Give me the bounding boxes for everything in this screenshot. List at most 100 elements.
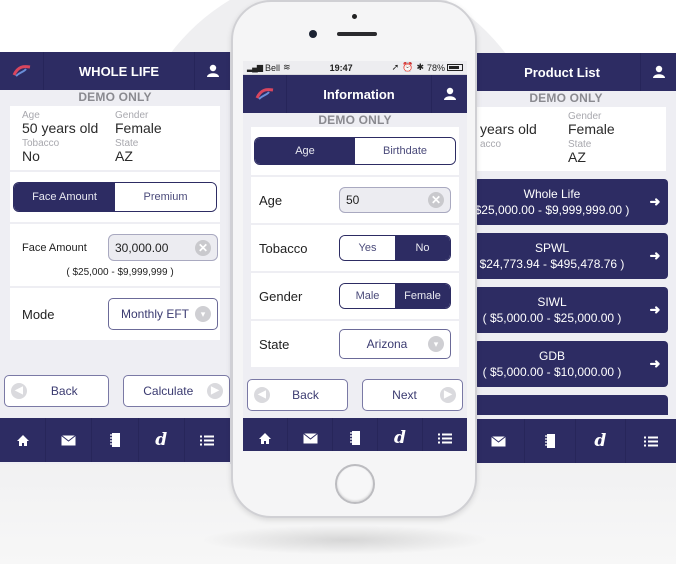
earpiece-speaker	[337, 32, 377, 36]
tab-d[interactable]: d	[139, 418, 185, 462]
bottom-tab-bar: d	[243, 418, 467, 451]
screen-title: WHOLE LIFE	[78, 63, 160, 79]
user-button[interactable]	[640, 53, 676, 91]
d-logo-icon: d	[394, 428, 406, 448]
tab-mail[interactable]	[474, 419, 525, 463]
calculate-button[interactable]: Calculate ▶	[122, 375, 230, 407]
screen-title: Information	[323, 86, 395, 102]
gender-value: Female	[115, 120, 162, 136]
product-name: SPWL	[534, 241, 569, 255]
age-mode-card: Age Birthdate	[251, 127, 459, 175]
back-arrow-icon: ◀	[254, 387, 270, 403]
home-button[interactable]	[335, 464, 375, 504]
age-value: 50 years old	[22, 120, 99, 136]
arrow-right-icon: ➜	[649, 194, 661, 209]
age-input[interactable]: 50 ✕	[339, 187, 451, 213]
state-value: AZ	[568, 149, 586, 165]
app-logo[interactable]	[0, 52, 44, 90]
segment-age[interactable]: Age	[255, 138, 355, 164]
face-amount-input[interactable]: 30,000.00 ✕	[108, 234, 218, 261]
chevron-down-icon: ▾	[195, 306, 211, 322]
top-bar: WHOLE LIFE	[0, 52, 230, 90]
state-value: AZ	[115, 148, 133, 164]
information-screen: ▂▄▆ Bell ≋ 19:47 ➚ ⏰ ✱ 78% Information D…	[243, 61, 467, 451]
calc-type-segment: Face Amount Premium	[13, 182, 217, 212]
tobacco-value: No	[22, 148, 40, 164]
clear-icon[interactable]: ✕	[195, 239, 211, 256]
product-name: Whole Life	[523, 187, 581, 201]
product-item-partial[interactable]	[474, 395, 668, 415]
client-summary: Age 50 years old Gender Female Tobacco No S…	[10, 106, 220, 170]
tobacco-no[interactable]: No	[395, 236, 450, 260]
segment-premium[interactable]: Premium	[115, 183, 216, 211]
clear-icon[interactable]: ✕	[428, 192, 444, 208]
logo-swoosh-icon	[12, 65, 30, 77]
tab-notebook[interactable]	[92, 418, 139, 462]
mode-label: Mode	[22, 306, 55, 322]
user-icon	[652, 65, 665, 78]
app-logo[interactable]	[243, 75, 287, 113]
tobacco-label: Tobacco	[259, 240, 308, 256]
tab-home[interactable]	[0, 418, 47, 462]
marketing-stage: WHOLE LIFE DEMO ONLY Age 50 years old Gen…	[0, 0, 676, 564]
tab-home[interactable]	[243, 418, 288, 451]
tab-d[interactable]: d	[576, 419, 627, 463]
bluetooth-icon: ✱	[416, 62, 424, 72]
state-card: State Arizona ▾	[251, 321, 459, 367]
product-item-siwl[interactable]: SIWL ( $5,000.00 - $25,000.00 ) ➜	[474, 287, 668, 333]
face-amount-label: Face Amount	[22, 241, 87, 254]
tab-mail[interactable]	[288, 418, 333, 451]
front-camera	[309, 30, 317, 38]
list-icon	[438, 433, 452, 443]
mode-select[interactable]: Monthly EFT ▾	[108, 298, 218, 330]
wifi-icon: ≋	[283, 62, 291, 72]
tobacco-toggle: Yes No	[339, 235, 451, 261]
tab-mail[interactable]	[46, 418, 93, 462]
tab-list[interactable]	[185, 418, 230, 462]
tab-list[interactable]	[626, 419, 676, 463]
screen-title: Product List	[524, 64, 600, 80]
phone-frame: ▂▄▆ Bell ≋ 19:47 ➚ ⏰ ✱ 78% Information D…	[231, 0, 477, 518]
alarm-icon: ⏰	[402, 62, 414, 72]
age-value: years old	[480, 121, 537, 137]
product-item-whole-life[interactable]: Whole Life $25,000.00 - $9,999,999.00 ) ➜	[474, 179, 668, 225]
segment-birthdate[interactable]: Birthdate	[355, 138, 455, 164]
tobacco-yes[interactable]: Yes	[340, 236, 395, 260]
forward-arrow-icon: ▶	[207, 383, 223, 399]
next-button[interactable]: Next ▶	[362, 379, 463, 411]
age-card: Age 50 ✕	[251, 177, 459, 223]
mode-card: Mode Monthly EFT ▾	[10, 288, 220, 340]
tab-notebook[interactable]	[333, 418, 378, 451]
user-button[interactable]	[194, 52, 230, 90]
back-label: Back	[50, 384, 78, 398]
face-amount-value: 30,000.00	[115, 240, 169, 255]
state-label: State	[259, 336, 290, 352]
arrow-right-icon: ➜	[649, 248, 661, 263]
product-item-spwl[interactable]: SPWL $24,773.94 - $495,478.76 ) ➜	[474, 233, 668, 279]
back-button[interactable]: ◀ Back	[247, 379, 348, 411]
logo-swoosh-icon	[255, 88, 273, 100]
product-list: Whole Life $25,000.00 - $9,999,999.00 ) ➜…	[474, 179, 676, 415]
tab-list[interactable]	[423, 418, 467, 451]
status-bar: ▂▄▆ Bell ≋ 19:47 ➚ ⏰ ✱ 78%	[243, 61, 467, 75]
tab-notebook[interactable]	[525, 419, 576, 463]
nav-buttons: ◀ Back Next ▶	[243, 379, 467, 411]
mail-icon	[61, 434, 77, 445]
back-button[interactable]: ◀ Back	[4, 375, 109, 407]
state-select[interactable]: Arizona ▾	[339, 329, 451, 359]
client-summary: years old Gender Female acco State AZ	[474, 107, 666, 171]
user-button[interactable]	[431, 75, 467, 113]
proximity-sensor	[352, 14, 357, 19]
whole-life-screen: WHOLE LIFE DEMO ONLY Age 50 years old Gen…	[0, 52, 232, 464]
notebook-icon	[110, 433, 120, 447]
notebook-icon	[544, 434, 555, 448]
tab-d[interactable]: d	[378, 418, 423, 451]
location-icon: ➚	[391, 62, 400, 72]
gender-male[interactable]: Male	[340, 284, 395, 308]
segment-face-amount[interactable]: Face Amount	[14, 183, 115, 211]
product-range: $24,773.94 - $495,478.76 )	[479, 257, 625, 271]
d-logo-icon: d	[594, 431, 607, 451]
age-mode-segment: Age Birthdate	[254, 137, 456, 165]
product-item-gdb[interactable]: GDB ( $5,000.00 - $10,000.00 ) ➜	[474, 341, 668, 387]
gender-female[interactable]: Female	[395, 284, 450, 308]
